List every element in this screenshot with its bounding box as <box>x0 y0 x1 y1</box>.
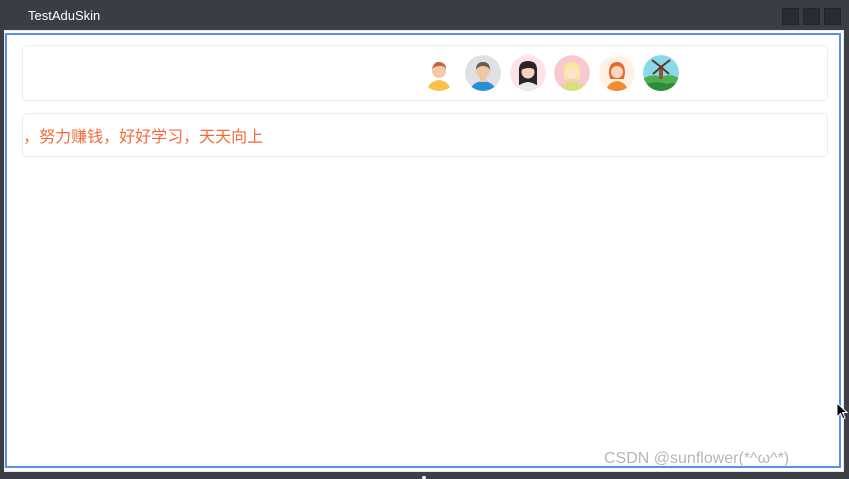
close-icon[interactable] <box>824 8 841 25</box>
girl-yellow-hair-avatar-icon[interactable] <box>554 55 590 91</box>
watermark: CSDN @sunflower(*^ω^*) <box>604 450 790 467</box>
app-window: TestAduSkin E，努力赚钱，好好学习，天天向上 CSDN @sunfl… <box>0 0 849 479</box>
window-title: TestAduSkin <box>28 8 101 23</box>
mouse-pointer-icon <box>836 401 849 425</box>
windmill-landscape-avatar-icon[interactable] <box>643 55 679 91</box>
boy-avatar-icon[interactable] <box>421 55 457 91</box>
marquee-panel: E，努力赚钱，好好学习，天天向上 <box>22 113 828 157</box>
marquee-text: E，努力赚钱，好好学习，天天向上 <box>22 127 264 146</box>
title-bar[interactable]: TestAduSkin <box>0 0 849 28</box>
man-avatar-icon[interactable] <box>465 55 501 91</box>
minimize-icon[interactable] <box>782 8 799 25</box>
maximize-icon[interactable] <box>803 8 820 25</box>
woman-red-hair-avatar-icon[interactable] <box>599 55 635 91</box>
woman-dark-hair-avatar-icon[interactable] <box>510 55 546 91</box>
